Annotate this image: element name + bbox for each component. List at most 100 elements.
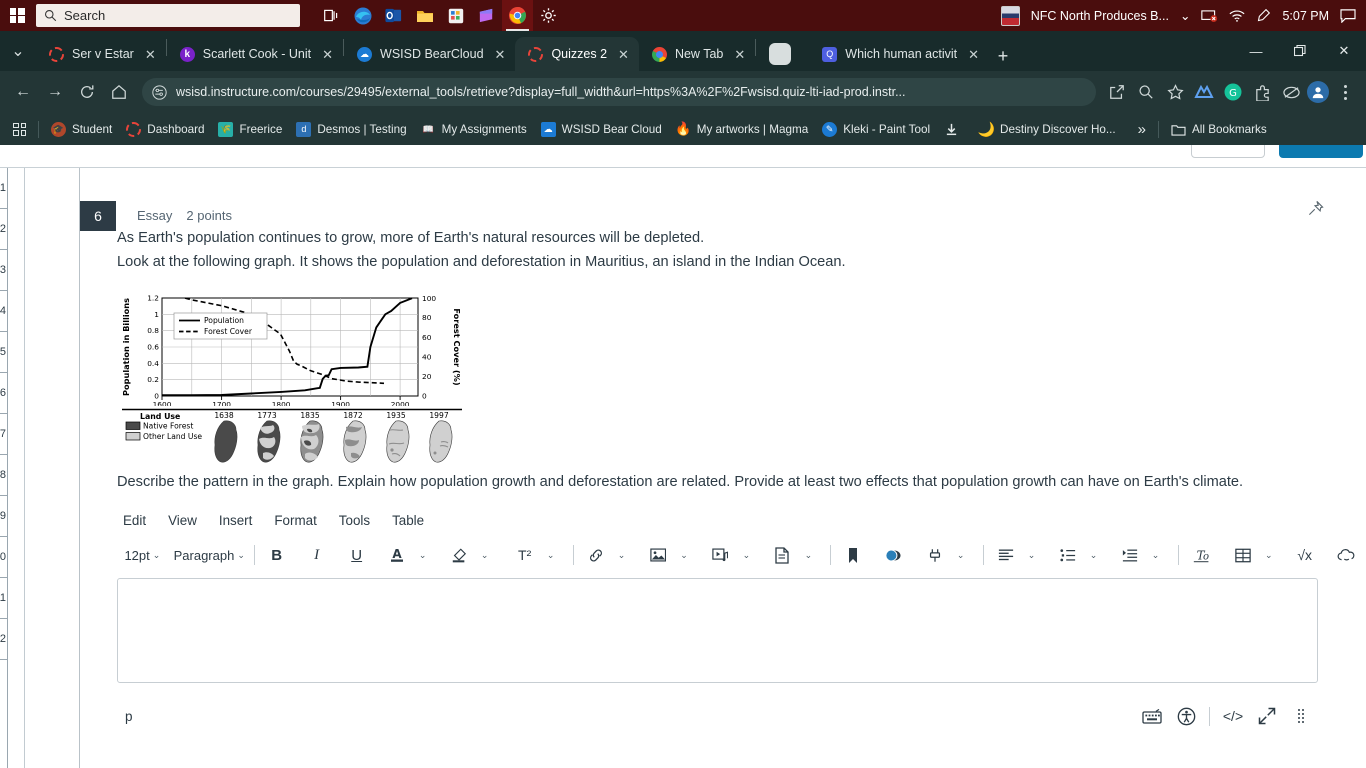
- clipchamp-icon[interactable]: [471, 0, 502, 31]
- browser-tab-5[interactable]: [756, 37, 809, 71]
- cloud-button[interactable]: [1332, 541, 1360, 569]
- browser-tab-4[interactable]: New Tab ✕: [639, 37, 755, 71]
- zoom-icon[interactable]: [1133, 79, 1159, 105]
- text-color-dropdown[interactable]: ⌄: [410, 541, 436, 569]
- fullscreen-icon[interactable]: [1250, 702, 1284, 730]
- back-button[interactable]: ←: [8, 77, 38, 107]
- image-dropdown[interactable]: ⌄: [671, 541, 697, 569]
- menu-table[interactable]: Table: [392, 513, 424, 528]
- table-button[interactable]: [1230, 541, 1256, 569]
- tab-close-icon[interactable]: ✕: [618, 48, 629, 61]
- superscript-dropdown[interactable]: ⌄: [538, 541, 564, 569]
- font-size-dropdown[interactable]: 12pt ⌄: [121, 541, 162, 569]
- browser-tab-6[interactable]: Q Which human activit ✕: [809, 37, 989, 71]
- list-button[interactable]: [1055, 541, 1081, 569]
- bookmarks-overflow-button[interactable]: »: [1131, 118, 1153, 141]
- align-dropdown[interactable]: ⌄: [1019, 541, 1045, 569]
- question-nav-cell[interactable]: 9: [0, 496, 8, 537]
- forward-button[interactable]: →: [40, 77, 70, 107]
- share-icon[interactable]: [1104, 79, 1130, 105]
- mediasite-button[interactable]: [880, 541, 907, 569]
- tray-chevron-icon[interactable]: ⌄: [1180, 8, 1190, 23]
- bookmark-wsisd-bear-cloud[interactable]: ☁ WSISD Bear Cloud: [534, 119, 669, 140]
- underline-button[interactable]: U: [344, 541, 370, 569]
- bookmark-my-artworks-magma[interactable]: 🔥 My artworks | Magma: [669, 119, 816, 140]
- wifi-icon[interactable]: [1229, 9, 1245, 23]
- media-dropdown[interactable]: ⌄: [733, 541, 759, 569]
- bookmark-my-assignments[interactable]: 📖 My Assignments: [414, 119, 534, 140]
- indent-dropdown[interactable]: ⌄: [1143, 541, 1169, 569]
- link-button[interactable]: [583, 541, 609, 569]
- document-button[interactable]: [769, 541, 795, 569]
- link-dropdown[interactable]: ⌄: [609, 541, 635, 569]
- edge-icon[interactable]: [347, 0, 378, 31]
- new-tab-button[interactable]: +: [989, 41, 1017, 71]
- question-nav-cell[interactable]: 2: [0, 209, 8, 250]
- pin-icon[interactable]: [1307, 200, 1324, 217]
- highlight-color-button[interactable]: [446, 541, 472, 569]
- bookmark-student[interactable]: 🎓 Student: [44, 119, 119, 140]
- bookmark-downloads[interactable]: [937, 119, 972, 140]
- incognito-icon[interactable]: [1278, 79, 1304, 105]
- resize-handle-icon[interactable]: [1284, 702, 1318, 730]
- question-nav-cell[interactable]: 5: [0, 332, 8, 373]
- bookmark-destiny-discover[interactable]: 🌙 Destiny Discover Ho...: [972, 119, 1123, 140]
- browser-tab-2[interactable]: ☁ WSISD BearCloud ✕: [344, 37, 515, 71]
- settings-gear-icon[interactable]: [533, 0, 564, 31]
- browser-tab-0[interactable]: Ser v Estar ✕: [36, 37, 166, 71]
- menu-edit[interactable]: Edit: [123, 513, 146, 528]
- display-status-icon[interactable]: [1201, 9, 1218, 23]
- indent-button[interactable]: [1117, 541, 1143, 569]
- extensions-icon[interactable]: [1249, 79, 1275, 105]
- list-dropdown[interactable]: ⌄: [1081, 541, 1107, 569]
- taskbar-clock[interactable]: 5:07 PM: [1282, 9, 1329, 23]
- site-settings-icon[interactable]: [152, 84, 167, 100]
- file-explorer-icon[interactable]: [409, 0, 440, 31]
- close-button[interactable]: ✕: [1322, 31, 1366, 71]
- align-button[interactable]: [993, 541, 1019, 569]
- nord-icon[interactable]: [1191, 79, 1217, 105]
- apps-grid-button[interactable]: [6, 120, 33, 139]
- action-center-icon[interactable]: [1340, 8, 1356, 23]
- question-nav-cell[interactable]: 8: [0, 455, 8, 496]
- question-nav-cell[interactable]: 10: [0, 537, 8, 578]
- essay-answer-textarea[interactable]: [117, 578, 1318, 683]
- media-button[interactable]: [707, 541, 733, 569]
- menu-view[interactable]: View: [168, 513, 197, 528]
- minimize-button[interactable]: —: [1234, 31, 1278, 71]
- restore-button[interactable]: [1278, 31, 1322, 71]
- browser-menu-icon[interactable]: [1332, 79, 1358, 105]
- menu-tools[interactable]: Tools: [339, 513, 370, 528]
- taskbar-search-input[interactable]: Search: [36, 4, 300, 27]
- apps-dropdown[interactable]: ⌄: [948, 541, 974, 569]
- highlight-color-dropdown[interactable]: ⌄: [472, 541, 498, 569]
- microsoft-store-icon[interactable]: [440, 0, 471, 31]
- taskbar-notification-title[interactable]: NFC North Produces B...: [1031, 9, 1169, 23]
- question-nav-cell[interactable]: 3: [0, 250, 8, 291]
- tab-close-icon[interactable]: ✕: [734, 48, 745, 61]
- accessibility-icon[interactable]: [1169, 702, 1203, 730]
- tab-close-icon[interactable]: ✕: [968, 48, 979, 61]
- tab-close-icon[interactable]: ✕: [495, 48, 506, 61]
- pen-icon[interactable]: [1256, 8, 1271, 23]
- tab-close-icon[interactable]: ✕: [322, 48, 333, 61]
- profile-avatar[interactable]: [1307, 81, 1329, 103]
- tab-search-chevron-icon[interactable]: ⌄: [0, 31, 36, 71]
- apps-button[interactable]: [922, 541, 948, 569]
- image-button[interactable]: [645, 541, 671, 569]
- home-button[interactable]: [104, 77, 134, 107]
- address-bar[interactable]: wsisd.instructure.com/courses/29495/exte…: [142, 78, 1096, 106]
- outlook-icon[interactable]: [378, 0, 409, 31]
- bookmark-desmos[interactable]: d Desmos | Testing: [289, 119, 413, 140]
- question-nav-cell[interactable]: 6: [0, 373, 8, 414]
- question-nav-cell[interactable]: 4: [0, 291, 8, 332]
- question-nav-cell[interactable]: 11: [0, 578, 8, 619]
- header-secondary-button[interactable]: [1191, 145, 1265, 158]
- clear-formatting-button[interactable]: To: [1187, 541, 1215, 569]
- browser-tab-1[interactable]: k Scarlett Cook - Unit ✕: [167, 37, 343, 71]
- bookmark-kleki-paint-tool[interactable]: ✎ Kleki - Paint Tool: [815, 119, 937, 140]
- question-nav-cell[interactable]: 7: [0, 414, 8, 455]
- table-dropdown[interactable]: ⌄: [1256, 541, 1282, 569]
- bookmark-star-icon[interactable]: [1162, 79, 1188, 105]
- equation-button[interactable]: √x: [1292, 541, 1318, 569]
